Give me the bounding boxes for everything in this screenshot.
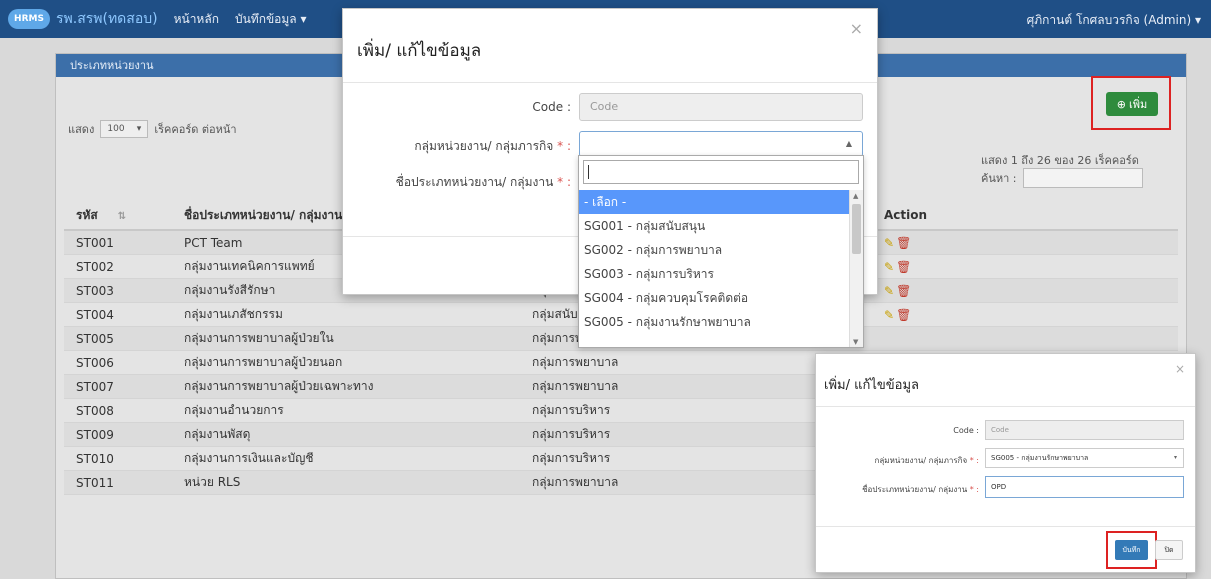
row-code: ST009 <box>76 427 114 442</box>
table-info: แสดง 1 ถึง 26 ของ 26 เร็คคอร์ด <box>981 154 1139 167</box>
row-code: ST002 <box>76 259 114 274</box>
dropdown-option[interactable]: - เลือก - <box>579 190 851 214</box>
row-name: กลุ่มงานการพยาบาลผู้ป่วยใน <box>184 331 334 345</box>
row-code: ST003 <box>76 283 114 298</box>
row-name: หน่วย RLS <box>184 475 241 489</box>
code-input[interactable]: Code <box>579 93 863 121</box>
modal-title: เพิ่ม/ แก้ไขข้อมูล <box>824 378 919 393</box>
table-search: ค้นหา : <box>981 168 1143 188</box>
group-label: กลุ่มหน่วยงาน/ กลุ่มภารกิจ * : <box>414 139 571 153</box>
save-button-highlight <box>1106 531 1157 569</box>
row-actions: ✎ 🗑 <box>872 236 1072 250</box>
row-code: ST007 <box>76 379 114 394</box>
row-actions: ✎ 🗑 <box>872 308 1072 322</box>
dropdown-search-input[interactable] <box>583 160 859 184</box>
row-name: กลุ่มงานเภสัชกรรม <box>184 307 283 321</box>
hrms-logo[interactable]: HRMS <box>8 9 50 29</box>
nav-record-menu[interactable]: บันทึกข้อมูล ▾ <box>235 10 307 29</box>
row-actions: ✎ 🗑 <box>872 260 1072 274</box>
text-cursor <box>588 165 589 179</box>
dropdown-option[interactable]: SG005 - กลุ่มงานรักษาพยาบาล <box>579 310 851 334</box>
modal-divider <box>816 406 1195 407</box>
user-menu[interactable]: ศุภิกานต์ โกศลบวรกิจ (Admin) ▾ <box>1027 11 1201 30</box>
required-marker: * : <box>553 139 571 153</box>
modal-footer-divider <box>816 526 1195 527</box>
chevron-down-icon: ▾ <box>136 124 142 134</box>
code-input[interactable]: Code <box>985 420 1184 440</box>
dropdown-scrollbar[interactable]: ▲ ▼ <box>849 190 863 347</box>
search-label: ค้นหา : <box>981 172 1017 185</box>
required-marker: * : <box>967 485 979 494</box>
row-code: ST005 <box>76 331 114 346</box>
search-input[interactable] <box>1022 168 1143 188</box>
row-code: ST010 <box>76 451 114 466</box>
dropdown-options: - เลือก - SG001 - กลุ่มสนับสนุน SG002 - กล… <box>579 190 851 334</box>
name-label: ชื่อประเภทหน่วยงาน/ กลุ่มงาน * : <box>395 175 571 189</box>
caret-up-icon: ▲ <box>845 139 852 148</box>
dropdown-option[interactable]: SG003 - กลุ่มการบริหาร <box>579 262 851 286</box>
row-name: กลุ่มงานการเงินและบัญชี <box>184 451 314 465</box>
row-actions: ✎ 🗑 <box>872 284 1072 298</box>
edit-icon[interactable]: ✎ <box>884 308 894 322</box>
add-button-highlight <box>1091 76 1171 130</box>
scroll-down-icon[interactable]: ▼ <box>853 338 858 346</box>
scroll-up-icon[interactable]: ▲ <box>853 192 858 200</box>
header-code[interactable]: รหัส ⇅ <box>64 206 184 225</box>
row-code: ST004 <box>76 307 114 322</box>
edit-icon[interactable]: ✎ <box>884 284 894 298</box>
row-code: ST008 <box>76 403 114 418</box>
page-length-control: แสดง 100 ▾ เร็คคอร์ด ต่อหน้า <box>68 120 237 138</box>
edit-modal-filled: เพิ่ม/ แก้ไขข้อมูล × Code : Code กลุ่มหน… <box>815 353 1196 573</box>
nav-home[interactable]: หน้าหลัก <box>174 10 219 29</box>
edit-icon[interactable]: ✎ <box>884 236 894 250</box>
dropdown-option[interactable]: SG001 - กลุ่มสนับสนุน <box>579 214 851 238</box>
required-marker: * : <box>967 456 979 465</box>
sort-icon[interactable]: ⇅ <box>118 211 132 222</box>
trash-icon[interactable]: 🗑 <box>896 236 911 250</box>
dropdown-option[interactable]: SG002 - กลุ่มการพยาบาล <box>579 238 851 262</box>
trash-icon[interactable]: 🗑 <box>896 284 911 298</box>
close-button[interactable]: ปิด <box>1155 540 1183 560</box>
trash-icon[interactable]: 🗑 <box>896 260 911 274</box>
scroll-thumb[interactable] <box>852 204 861 254</box>
hospital-name[interactable]: รพ.สรพ(ทดสอบ) <box>56 8 158 30</box>
dropdown-option[interactable]: SG004 - กลุ่มควบคุมโรคติดต่อ <box>579 286 851 310</box>
row-name: กลุ่มงานพัสดุ <box>184 427 251 441</box>
group-dropdown: - เลือก - SG001 - กลุ่มสนับสนุน SG002 - กล… <box>578 155 864 348</box>
modal-divider <box>343 82 877 83</box>
header-action: Action <box>884 208 928 222</box>
edit-icon[interactable]: ✎ <box>884 260 894 274</box>
modal-title: เพิ่ม/ แก้ไขข้อมูล <box>357 41 482 61</box>
group-select-value: SG005 - กลุ่มงานรักษาพยาบาล <box>991 454 1089 462</box>
length-suffix: เร็คคอร์ด ต่อหน้า <box>154 123 237 136</box>
group-select[interactable]: SG005 - กลุ่มงานรักษาพยาบาล ▾ <box>985 448 1184 468</box>
row-code: ST011 <box>76 475 114 490</box>
code-label: Code : <box>532 100 571 114</box>
row-name: กลุ่มงานการพยาบาลผู้ป่วยเฉพาะทาง <box>184 379 374 393</box>
row-name: กลุ่มงานอำนวยการ <box>184 403 284 417</box>
close-icon[interactable]: × <box>1175 362 1185 376</box>
page-length-select[interactable]: 100 ▾ <box>100 120 149 138</box>
length-prefix: แสดง <box>68 123 95 136</box>
code-label: Code : <box>953 426 979 435</box>
trash-icon[interactable]: 🗑 <box>896 308 911 322</box>
group-label: กลุ่มหน่วยงาน/ กลุ่มภารกิจ * : <box>874 456 979 465</box>
chevron-down-icon: ▾ <box>1173 454 1177 461</box>
name-input[interactable]: OPD <box>985 476 1184 498</box>
name-label: ชื่อประเภทหน่วยงาน/ กลุ่มงาน * : <box>862 485 979 494</box>
close-icon[interactable]: × <box>850 19 863 38</box>
row-code: ST006 <box>76 355 114 370</box>
required-marker: * : <box>553 175 571 189</box>
row-code: ST001 <box>76 235 114 250</box>
group-select[interactable]: ▲ <box>579 131 863 157</box>
page-length-value: 100 <box>107 124 125 134</box>
row-name: กลุ่มงานการพยาบาลผู้ป่วยนอก <box>184 355 343 369</box>
